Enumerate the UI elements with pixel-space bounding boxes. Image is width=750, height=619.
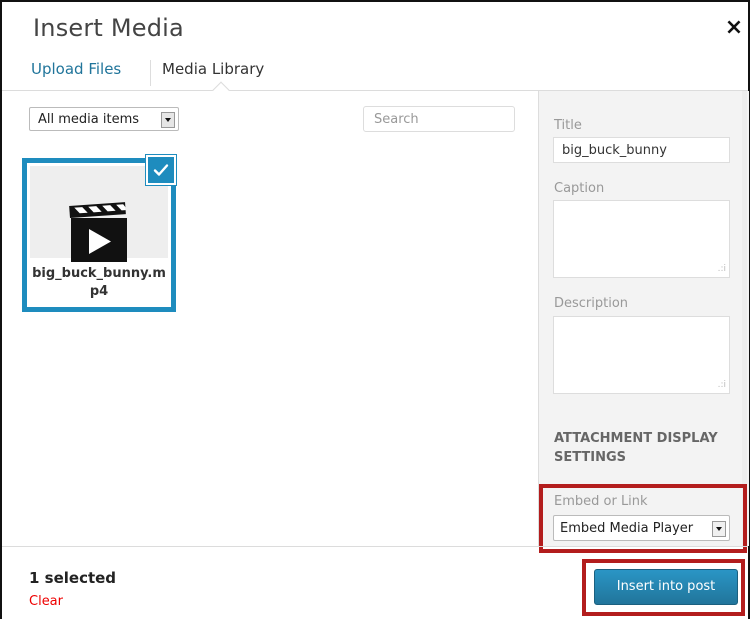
caption-field[interactable]: .:i [553,200,730,278]
caption-label: Caption [554,181,605,196]
tab-divider [150,60,151,86]
media-filter-value: All media items [38,112,140,127]
title-field[interactable] [553,137,730,163]
search-input[interactable] [363,106,515,132]
resize-grip-icon[interactable]: .:i [718,381,726,390]
selection-count: 1 selected [29,569,117,587]
close-icon[interactable]: × [722,14,746,42]
embed-setting-highlight [539,484,747,553]
tab-upload-files[interactable]: Upload Files [31,60,121,78]
description-field[interactable]: .:i [553,316,730,394]
media-filter-select[interactable]: All media items [29,107,179,131]
selected-checkmark-icon[interactable] [146,155,176,185]
attachment-filename: big_buck_bunny.mp4 [32,266,166,299]
video-clapperboard-icon [69,202,127,262]
insert-button-highlight [582,559,745,616]
attachment-details-sidebar: Title Caption .:i Description .:i ATTACH… [538,91,749,546]
display-settings-heading: ATTACHMENT DISPLAY SETTINGS [554,431,718,465]
tab-media-library[interactable]: Media Library [162,60,264,78]
title-label: Title [554,118,582,133]
dialog-title: Insert Media [33,14,184,42]
clear-selection-link[interactable]: Clear [29,594,63,609]
chevron-down-icon [161,112,175,128]
sidebar-scrollbar[interactable] [742,91,747,546]
description-label: Description [554,296,629,311]
footer-divider [2,546,748,547]
resize-grip-icon[interactable]: .:i [718,265,726,274]
